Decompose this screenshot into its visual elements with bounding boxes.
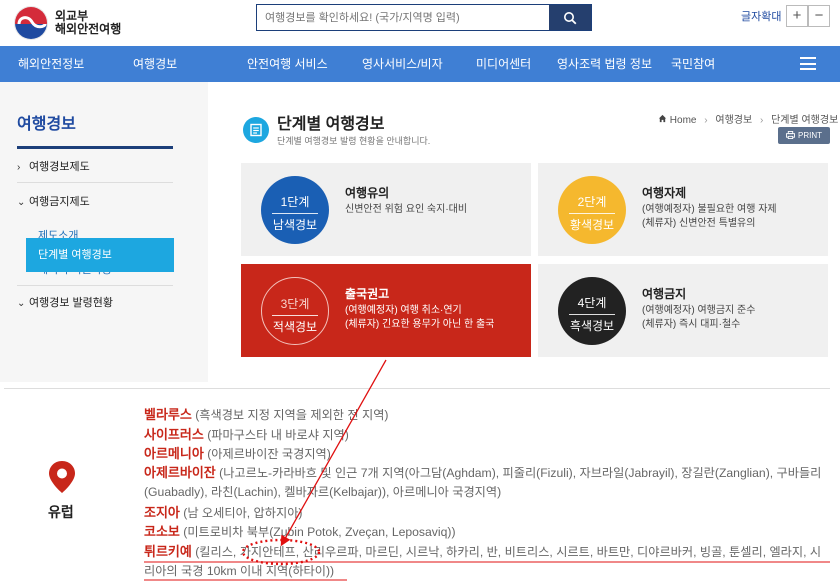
main-nav: 해외안전정보 여행경보 안전여행 서비스 영사서비스/비자 미디어센터 영사조력… bbox=[0, 46, 840, 82]
sidebar-title-rule bbox=[17, 146, 173, 149]
level-number: 2단계 bbox=[577, 195, 607, 209]
level-color-name: 남색경보 bbox=[272, 218, 318, 232]
print-button[interactable]: PRINT bbox=[778, 127, 830, 144]
country-entry: 사이프러스 (파마구스타 내 바로샤 지역) bbox=[144, 425, 349, 445]
chevron-down-icon: ⌄ bbox=[17, 197, 26, 208]
country-detail: (나고르노-카라바흐 및 인근 7개 지역(아그담(Aghdam), 피줄리(F… bbox=[144, 466, 822, 499]
sidebar-item-label: 여행경보 발령현황 bbox=[29, 297, 114, 309]
zoom-in-button[interactable]: + bbox=[786, 5, 808, 27]
alert-card-level-3[interactable]: 3단계 적색경보 출국권고 (여행예정자) 여행 취소·연기 (체류자) 긴요한 … bbox=[241, 264, 531, 357]
location-pin-icon bbox=[49, 461, 75, 493]
level-desc: (여행예정자) 여행 취소·연기 (체류자) 긴요한 용무가 아닌 한 출국 bbox=[345, 305, 495, 330]
document-icon bbox=[243, 117, 269, 143]
breadcrumb: Home › 여행경보 › 단계별 여행경보 bbox=[658, 111, 838, 126]
page-subtitle: 단계별 여행경보 발령 현황을 안내합니다. bbox=[277, 136, 431, 146]
country-name[interactable]: 튀르키예 bbox=[144, 544, 192, 559]
country-name[interactable]: 벨라루스 bbox=[144, 407, 192, 422]
level-desc: (여행예정자) 불필요한 여행 자제 (체류자) 신변안전 특별유의 bbox=[642, 204, 777, 229]
nav-item-public-participation[interactable]: 국민참여 bbox=[671, 46, 715, 82]
country-detail: (아제르바이잔 국경지역) bbox=[203, 447, 331, 461]
nav-item-consular-visa[interactable]: 영사서비스/비자 bbox=[362, 46, 443, 82]
sidebar-title: 여행경보 bbox=[17, 116, 76, 133]
alert-card-level-4[interactable]: 4단계 흑색경보 여행금지 (여행예정자) 여행금지 준수 (체류자) 즉시 대피… bbox=[538, 264, 828, 357]
nav-item-overseas-safety[interactable]: 해외안전정보 bbox=[18, 46, 84, 82]
country-detail: (남 오세티아, 압하지아) bbox=[179, 506, 303, 520]
country-entry: 조지아 (남 오세티아, 압하지아) bbox=[144, 503, 302, 523]
breadcrumb-home[interactable]: Home bbox=[670, 115, 697, 126]
country-entry: 벨라루스 (흑색경보 지정 지역을 제외한 전 지역) bbox=[144, 405, 388, 425]
sidebar-subitem-stage-alerts[interactable]: 단계별 여행경보 bbox=[26, 238, 174, 272]
level-heading: 출국권고 bbox=[345, 287, 390, 301]
sidebar-item-alert-system[interactable]: › 여행경보제도 bbox=[17, 158, 173, 174]
level-heading: 여행금지 bbox=[642, 287, 687, 301]
font-zoom-label: 글자확대 bbox=[741, 11, 782, 23]
country-detail: (미트로비차 북부(Zubin Potok, Zveçan, Leposaviq… bbox=[179, 525, 456, 539]
chevron-down-icon: ⌄ bbox=[17, 298, 26, 309]
country-name[interactable]: 코소보 bbox=[144, 524, 180, 539]
level-badge: 4단계 흑색경보 bbox=[558, 277, 626, 345]
divider bbox=[17, 182, 173, 183]
country-entry: 아르메니아 (아제르바이잔 국경지역) bbox=[144, 444, 331, 464]
country-name[interactable]: 조지아 bbox=[144, 505, 180, 520]
zoom-out-button[interactable]: − bbox=[808, 5, 830, 27]
breadcrumb-travel-alert[interactable]: 여행경보 bbox=[715, 115, 752, 126]
logo-line-2: 해외안전여행 bbox=[55, 22, 122, 36]
level-desc: (여행예정자) 여행금지 준수 (체류자) 즉시 대피·철수 bbox=[642, 305, 756, 330]
search-bar bbox=[256, 4, 592, 31]
country-detail: (킬리스, 가지안테프, 산리우르파, 마르딘, 시르낙, 하카리, 반, 비트… bbox=[144, 545, 822, 578]
taegeuk-logo-icon bbox=[14, 6, 48, 40]
level-number: 1단계 bbox=[280, 195, 310, 209]
printer-icon bbox=[786, 131, 795, 139]
level-badge: 1단계 남색경보 bbox=[261, 176, 329, 244]
level-number: 4단계 bbox=[577, 296, 607, 310]
alert-card-level-1[interactable]: 1단계 남색경보 여행유의 신변안전 위험 요인 숙지·대비 bbox=[241, 163, 531, 256]
sidebar-item-alert-status[interactable]: ⌄ 여행경보 발령현황 bbox=[17, 294, 173, 310]
country-name[interactable]: 아르메니아 bbox=[144, 446, 204, 461]
level-desc: 신변안전 위험 요인 숙지·대비 bbox=[345, 204, 468, 215]
print-label: PRINT bbox=[798, 131, 822, 140]
site-logo[interactable]: 외교부 해외안전여행 bbox=[14, 6, 121, 40]
country-name[interactable]: 아제르바이잔 bbox=[144, 465, 216, 480]
country-detail: (파마구스타 내 바로샤 지역) bbox=[203, 428, 349, 442]
home-icon[interactable] bbox=[658, 114, 667, 126]
menu-icon[interactable] bbox=[800, 57, 816, 70]
sidebar-item-label: 여행경보제도 bbox=[29, 161, 90, 173]
divider bbox=[4, 388, 830, 389]
country-name[interactable]: 사이프러스 bbox=[144, 427, 204, 442]
search-input[interactable] bbox=[257, 5, 549, 30]
level-heading: 여행유의 bbox=[345, 186, 390, 200]
breadcrumb-current: 단계별 여행경보 bbox=[771, 115, 839, 126]
level-heading: 여행자제 bbox=[642, 186, 687, 200]
level-color-name: 황색경보 bbox=[569, 218, 615, 232]
level-color-name: 흑색경보 bbox=[569, 319, 615, 333]
level-number: 3단계 bbox=[280, 297, 310, 311]
region-name: 유럽 bbox=[48, 504, 74, 520]
country-entry: 튀르키예 (킬리스, 가지안테프, 산리우르파, 마르딘, 시르낙, 하카리, … bbox=[144, 542, 830, 581]
alert-card-level-2[interactable]: 2단계 황색경보 여행자제 (여행예정자) 불필요한 여행 자제 (체류자) 신변… bbox=[538, 163, 828, 256]
nav-item-safe-travel-service[interactable]: 안전여행 서비스 bbox=[247, 46, 328, 82]
country-entry: 아제르바이잔 (나고르노-카라바흐 및 인근 7개 지역(아그담(Aghdam)… bbox=[144, 463, 830, 502]
sidebar-item-ban-system[interactable]: ⌄ 여행금지제도 bbox=[17, 193, 173, 209]
nav-item-travel-alert[interactable]: 여행경보 bbox=[133, 46, 177, 82]
level-color-name: 적색경보 bbox=[272, 320, 318, 334]
country-detail: (흑색경보 지정 지역을 제외한 전 지역) bbox=[191, 408, 389, 422]
page-title: 단계별 여행경보 bbox=[277, 116, 385, 133]
level-badge: 2단계 황색경보 bbox=[558, 176, 626, 244]
sidebar: 여행경보 ›여행경보제도 ⌄여행금지제도 제도소개 예외적 여권사용 ⌄여행경보… bbox=[0, 82, 208, 382]
nav-item-media-center[interactable]: 미디어센터 bbox=[476, 46, 531, 82]
chevron-right-icon: › bbox=[17, 162, 21, 173]
sidebar-item-label: 여행금지제도 bbox=[29, 196, 90, 208]
header: 외교부 해외안전여행 글자확대 + − bbox=[0, 0, 840, 46]
country-entry: 코소보 (미트로비차 북부(Zubin Potok, Zveçan, Lepos… bbox=[144, 522, 456, 542]
divider bbox=[17, 285, 173, 286]
level-badge: 3단계 적색경보 bbox=[261, 277, 329, 345]
nav-item-consular-law[interactable]: 영사조력 법령 정보 bbox=[557, 46, 652, 82]
search-icon bbox=[564, 11, 577, 24]
search-button[interactable] bbox=[549, 5, 591, 30]
